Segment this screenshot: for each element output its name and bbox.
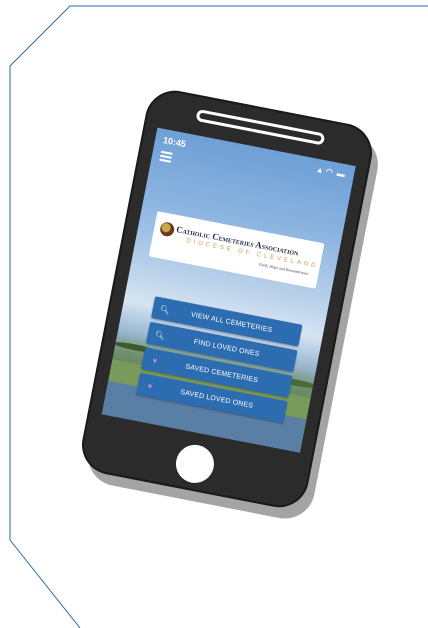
search-icon: 🔍︎ <box>154 329 166 341</box>
status-icons: ▴ ◠ ▬ <box>317 165 347 180</box>
hamburger-menu-icon[interactable] <box>159 150 173 165</box>
search-icon: 🔍︎ <box>159 303 171 315</box>
app-screen: 10:45 ▴ ◠ ▬ Catholic Cemeteries Associat… <box>101 127 356 453</box>
heart-icon: ♥ <box>151 355 159 366</box>
heart-icon: ♥ <box>146 381 154 391</box>
phone-home-button <box>172 441 218 487</box>
logo-banner: Catholic Cemeteries Association DIOCESE … <box>148 211 325 289</box>
status-time: 10:45 <box>162 134 187 150</box>
logo-emblem-icon <box>158 221 176 238</box>
